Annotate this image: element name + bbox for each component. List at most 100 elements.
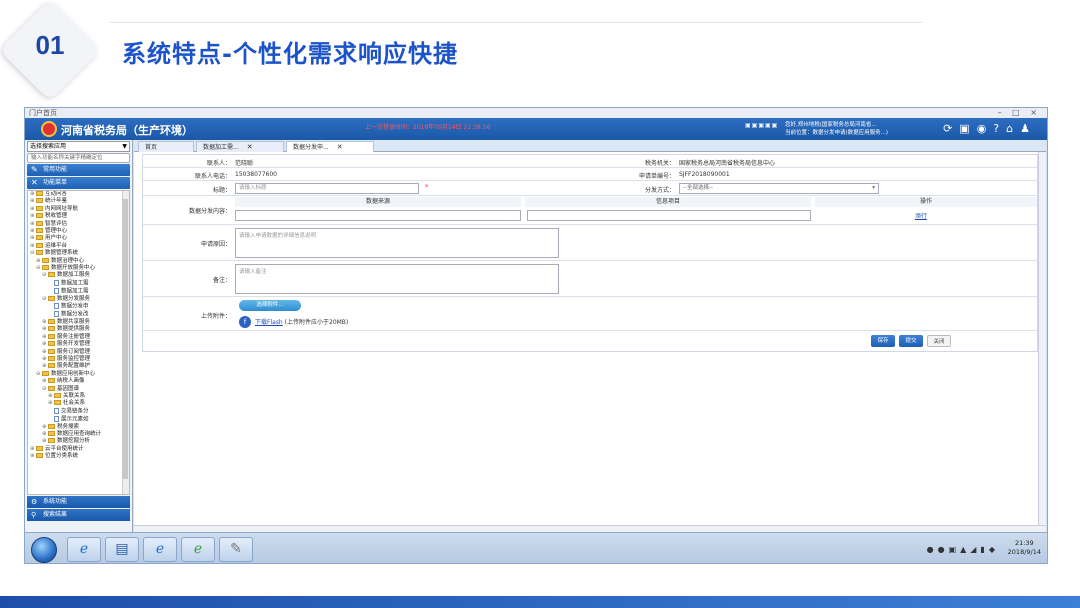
common-functions-bar[interactable]: ✎ 常用功能 bbox=[27, 164, 130, 176]
flash-download-line: 下载Flash (上传附件应小于20MB) bbox=[255, 317, 348, 326]
ie-taskbar-icon[interactable]: ℯ bbox=[67, 537, 101, 562]
close-icon[interactable]: ✕ bbox=[247, 143, 253, 151]
form-row-reason: 申请原因： 请输入申请数据的详细信息说明 bbox=[143, 225, 1037, 261]
tree-item[interactable]: 数据加工需 bbox=[28, 287, 129, 296]
refresh-icon[interactable]: ⟳ bbox=[943, 122, 959, 135]
select-attachment-button[interactable]: 选择附件... bbox=[239, 300, 301, 311]
tree-item-label: 数据开放服务中心 bbox=[51, 265, 96, 272]
taskbar-clock[interactable]: 21:39 2018/9/14 bbox=[1008, 539, 1041, 557]
tree-item-label: 展示元素如 bbox=[61, 416, 89, 423]
tree-scroll-thumb[interactable] bbox=[123, 199, 128, 479]
form-row-remark: 备注： 请输入备注 bbox=[143, 261, 1037, 297]
title-input[interactable]: 请输入标题 bbox=[235, 183, 419, 194]
tree-item[interactable]: 交易链条分 bbox=[28, 407, 129, 416]
apply-no-label: 申请单编号： bbox=[638, 173, 675, 180]
tree-item[interactable]: ⊕ 位置分类系统 bbox=[28, 453, 129, 460]
add-row-link[interactable]: 添行 bbox=[915, 211, 927, 220]
document-icon bbox=[54, 311, 59, 317]
folder-icon bbox=[36, 191, 43, 196]
window-controls[interactable]: – □ × bbox=[998, 108, 1041, 118]
tree-item[interactable]: ⊕ 服务订阅管理 bbox=[28, 348, 129, 356]
close-icon[interactable]: ✕ bbox=[337, 143, 343, 151]
tree-scrollbar[interactable] bbox=[122, 191, 129, 494]
tree-item[interactable]: ⊕ 数据治理中心 bbox=[28, 257, 129, 265]
folder-icon bbox=[42, 370, 49, 376]
tree-item[interactable]: 数据分发申 bbox=[28, 303, 129, 311]
tree-item[interactable]: ⊕ 社会关系 bbox=[28, 400, 129, 407]
ie-window-taskbar-icon[interactable]: ℯ bbox=[143, 537, 177, 562]
tree-item[interactable]: ⊕ 服务开发管理 bbox=[28, 341, 129, 348]
tree-item[interactable]: ⊕ 智慧评估 bbox=[28, 220, 129, 228]
tree-item[interactable]: 数据加工需 bbox=[28, 279, 129, 288]
folder-icon bbox=[48, 385, 55, 391]
header-toolbar-icons[interactable]: ▣▣▣▣▣ bbox=[745, 122, 778, 129]
remark-textarea[interactable]: 请输入备注 bbox=[235, 264, 559, 294]
submit-button[interactable]: 提交 bbox=[899, 335, 923, 347]
tree-item[interactable]: ⊕ 互动问答 bbox=[28, 191, 129, 198]
tree-item[interactable]: ⊖ 数据管理系统 bbox=[28, 250, 129, 257]
tree-item[interactable]: 展示元素如 bbox=[28, 415, 129, 424]
function-menu-bar[interactable]: ✕ 功能菜单 bbox=[27, 177, 130, 189]
home-icon[interactable]: ⌂ bbox=[1006, 122, 1020, 135]
method-select[interactable]: --全部选择-- ▾ bbox=[679, 183, 879, 194]
tree-item[interactable]: 数据分发改 bbox=[28, 311, 129, 319]
tree-item[interactable]: ⊖ 数据加工服务 bbox=[28, 272, 129, 279]
tree-item[interactable]: ⊕ 管理中心 bbox=[28, 228, 129, 235]
form-row-contact: 联系人： 范晓聪 税务机关： 国家税务总局河南省税务局信息中心 bbox=[143, 155, 1037, 168]
app-select[interactable]: 选择搜索应用 ▼ bbox=[27, 141, 130, 152]
main-horizontal-scrollbar[interactable] bbox=[134, 525, 1046, 532]
folder-icon bbox=[48, 438, 55, 444]
eye-icon[interactable]: ◉ bbox=[977, 122, 994, 135]
folder-icon bbox=[48, 318, 55, 324]
content-label: 数据分发内容： bbox=[188, 208, 231, 215]
tree-item[interactable]: ⊖ 基因图谱 bbox=[28, 385, 129, 393]
tree-item[interactable]: ⊕ 税务搜索 bbox=[28, 423, 129, 431]
browser-taskbar-icon[interactable]: ℯ bbox=[181, 537, 215, 562]
common-functions-label: 常用功能 bbox=[43, 166, 68, 173]
help-icon[interactable]: ? bbox=[993, 122, 1006, 135]
clock-date: 2018/9/14 bbox=[1007, 548, 1041, 556]
close-button[interactable]: 关闭 bbox=[927, 335, 951, 347]
tab-home[interactable]: 首页 bbox=[138, 141, 194, 152]
folder-icon bbox=[36, 250, 43, 256]
tree-item[interactable]: ⊕ 税收管理 bbox=[28, 213, 129, 220]
tree-item[interactable]: ⊕ 运维平台 bbox=[28, 242, 129, 250]
tree-item[interactable]: ⊕ 云平台使用统计 bbox=[28, 445, 129, 453]
pencil-icon: ✎ bbox=[31, 165, 38, 174]
system-functions-bar[interactable]: ⚙ 系统功能 bbox=[27, 496, 130, 508]
source-input[interactable] bbox=[235, 210, 521, 221]
main-content: 首页 数据加工需... ✕ 数据分发申... ✕ 联系人： 范晓聪 税务机关： 国家… bbox=[134, 140, 1046, 532]
tree-item[interactable]: ⊕ 数据挖掘分析 bbox=[28, 438, 129, 445]
tab-data-processing[interactable]: 数据加工需... ✕ bbox=[196, 141, 284, 152]
tree-item[interactable]: ⊕ 纳税人画像 bbox=[28, 378, 129, 385]
tree-item[interactable]: ⊕ 服务注册管理 bbox=[28, 333, 129, 341]
tree-item[interactable]: ⊕ 用户中心 bbox=[28, 235, 129, 242]
save-button[interactable]: 保存 bbox=[871, 335, 895, 347]
slide-bottom-bar bbox=[0, 596, 1080, 608]
explorer-taskbar-icon[interactable]: ▤ bbox=[105, 537, 139, 562]
form-row-title: 标题： 请输入标题 * 分发方式： --全部选择-- ▾ bbox=[143, 181, 1037, 196]
screen-icon[interactable]: ▣ bbox=[959, 122, 976, 135]
start-button[interactable] bbox=[31, 537, 57, 563]
download-flash-link[interactable]: 下载Flash bbox=[255, 319, 283, 326]
tree-item[interactable]: ⊕ 内网网址导航 bbox=[28, 205, 129, 213]
tree-item[interactable]: ⊕ 服务配置维护 bbox=[28, 363, 129, 370]
tree-item-label: 智慧评估 bbox=[45, 220, 68, 227]
tree-item[interactable]: ⊖ 数据分发服务 bbox=[28, 295, 129, 303]
folder-icon bbox=[36, 220, 43, 226]
menu-search-input[interactable]: 输入功能名称关键字精确定位 bbox=[27, 153, 130, 163]
main-scrollbar[interactable] bbox=[1038, 152, 1046, 532]
system-tray-icons[interactable]: ●●▣▲◢▮◆ bbox=[927, 545, 999, 554]
search-results-bar[interactable]: ⚲ 搜索结果 bbox=[27, 509, 130, 521]
tree-item[interactable]: ⊕ 数据提供服务 bbox=[28, 326, 129, 333]
tree-item-label: 数据加工服务 bbox=[57, 272, 91, 279]
tree-item[interactable]: ⊕ 统计年鉴 bbox=[28, 198, 129, 205]
reason-textarea[interactable]: 请输入申请数据的详细信息说明 bbox=[235, 228, 559, 258]
user-icon[interactable]: ♟ bbox=[1020, 122, 1037, 135]
header-icons[interactable]: ⟳▣◉?⌂♟ bbox=[943, 122, 1037, 135]
tool-taskbar-icon[interactable]: ✎ bbox=[219, 537, 253, 562]
item-input[interactable] bbox=[527, 210, 811, 221]
tab-home-label: 首页 bbox=[145, 144, 158, 151]
tree-item-label: 云平台使用统计 bbox=[45, 445, 84, 452]
tab-data-distribution[interactable]: 数据分发申... ✕ bbox=[286, 141, 374, 152]
